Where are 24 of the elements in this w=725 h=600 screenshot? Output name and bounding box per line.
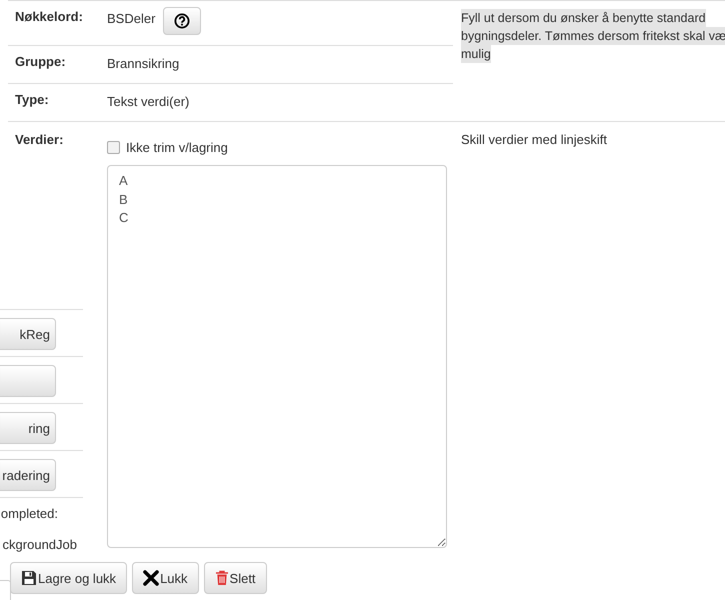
help-button[interactable] [163,7,202,35]
delete-button[interactable]: Slett [204,562,267,594]
field-value: BSDeler [107,11,156,26]
field-label: Verdier: [15,132,64,147]
question-icon [174,13,190,29]
checkbox-label: Ikke trim v/lagring [126,140,228,155]
field-label: Gruppe: [15,54,66,69]
page-button[interactable]: radering [0,459,56,491]
page-button[interactable]: ring [0,412,56,444]
field-label: Type: [15,92,49,107]
field-label: Nøkkelord: [15,9,83,24]
field-value: Tekst verdi(er) [107,94,190,109]
page-button[interactable]: kReg [0,318,56,350]
help-text: Skill verdier med linjeskift [461,132,607,147]
floppy-icon [21,570,37,586]
field-value: Brannsikring [107,56,180,71]
page-text: ompleted: [0,506,58,521]
checkbox[interactable] [107,141,120,154]
save-button[interactable]: Lagre og lukk [10,562,128,594]
x-icon [143,570,160,586]
values-textarea[interactable]: A B C [107,165,447,548]
page-text: ckgroundJob [2,537,77,552]
trash-icon [214,570,229,586]
close-button[interactable]: Lukk [132,562,199,594]
